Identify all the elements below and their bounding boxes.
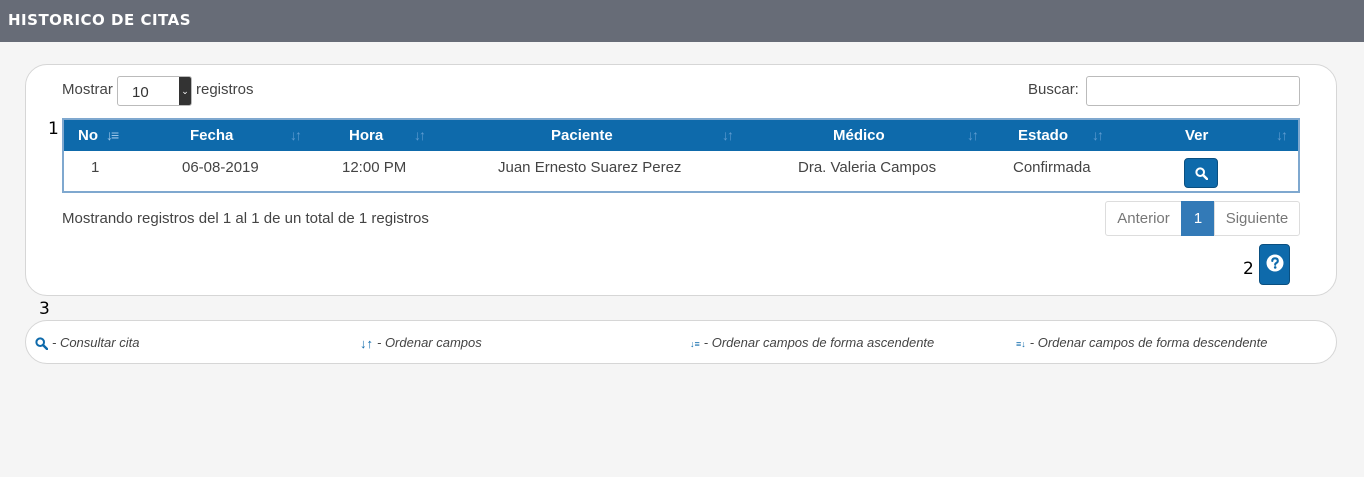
cell-fecha: 06-08-2019 — [182, 159, 259, 176]
col-header-paciente[interactable]: Paciente — [551, 120, 613, 151]
sort-desc-icon: ≡↓ — [1016, 338, 1026, 349]
page-header: HISTORICO DE CITAS — [0, 0, 1364, 42]
marker-3: 3 — [39, 299, 50, 319]
pagination-next[interactable]: Siguiente — [1214, 201, 1300, 236]
search-input[interactable] — [1086, 76, 1300, 106]
search-icon — [1195, 167, 1208, 180]
citas-table: No ↓≡ Fecha ↓↑ Hora ↓↑ Paciente ↓↑ Médic… — [62, 118, 1300, 193]
search-icon — [35, 337, 48, 351]
search-label: Buscar: — [1028, 81, 1079, 98]
page-title: HISTORICO DE CITAS — [8, 11, 192, 29]
page-length-suffix: registros — [196, 81, 254, 98]
sort-both-icon: ↓↑ — [360, 336, 373, 352]
sort-asc-icon[interactable]: ↓≡ — [106, 120, 119, 151]
legend-ascendente-label: - Ordenar campos de forma ascendente — [703, 335, 935, 350]
page-length-select[interactable]: 10 ⌄ — [117, 76, 192, 106]
legend-consultar-label: - Consultar cita — [52, 335, 140, 350]
legend-ordenar-label: - Ordenar campos — [377, 335, 482, 350]
sort-both-icon[interactable]: ↓↑ — [967, 120, 979, 151]
chevron-down-icon[interactable]: ⌄ — [179, 77, 191, 105]
table-header: No ↓≡ Fecha ↓↑ Hora ↓↑ Paciente ↓↑ Médic… — [64, 120, 1298, 151]
col-header-no[interactable]: No — [78, 120, 98, 151]
legend-ascendente: ↓≡ - Ordenar campos de forma ascendente — [690, 335, 934, 350]
col-header-hora[interactable]: Hora — [349, 120, 383, 151]
table-info: Mostrando registros del 1 al 1 de un tot… — [62, 210, 429, 227]
col-header-medico[interactable]: Médico — [833, 120, 885, 151]
cell-paciente: Juan Ernesto Suarez Perez — [498, 159, 682, 176]
sort-asc-icon: ↓≡ — [690, 338, 700, 349]
pagination-prev[interactable]: Anterior — [1105, 201, 1182, 236]
col-header-ver[interactable]: Ver — [1185, 120, 1208, 151]
legend-consultar: - Consultar cita — [35, 335, 140, 351]
marker-2: 2 — [1243, 259, 1254, 279]
question-circle-icon — [1266, 254, 1284, 272]
help-button[interactable] — [1259, 244, 1290, 285]
sort-both-icon[interactable]: ↓↑ — [290, 120, 302, 151]
view-cita-button[interactable] — [1184, 158, 1218, 188]
col-header-estado[interactable]: Estado — [1018, 120, 1068, 151]
sort-both-icon[interactable]: ↓↑ — [414, 120, 426, 151]
sort-both-icon[interactable]: ↓↑ — [722, 120, 734, 151]
sort-both-icon[interactable]: ↓↑ — [1092, 120, 1104, 151]
page-length-value: 10 — [132, 84, 149, 101]
cell-medico: Dra. Valeria Campos — [798, 159, 937, 176]
marker-1: 1 — [48, 119, 59, 139]
sort-both-icon[interactable]: ↓↑ — [1276, 120, 1288, 151]
cell-estado: Confirmada — [1013, 159, 1091, 176]
legend-ordenar: ↓↑ - Ordenar campos — [360, 335, 482, 351]
col-header-fecha[interactable]: Fecha — [190, 120, 233, 151]
legend-panel: - Consultar cita ↓↑ - Ordenar campos ↓≡ - … — [25, 320, 1337, 364]
legend-descendente: ≡↓ - Ordenar campos de forma descendente — [1016, 335, 1268, 350]
legend-descendente-label: - Ordenar campos de forma descendente — [1029, 335, 1268, 350]
pagination-page-1[interactable]: 1 — [1181, 201, 1215, 236]
cell-hora: 12:00 PM — [342, 159, 407, 176]
page-length-label: Mostrar — [62, 81, 113, 98]
cell-no: 1 — [91, 159, 100, 176]
